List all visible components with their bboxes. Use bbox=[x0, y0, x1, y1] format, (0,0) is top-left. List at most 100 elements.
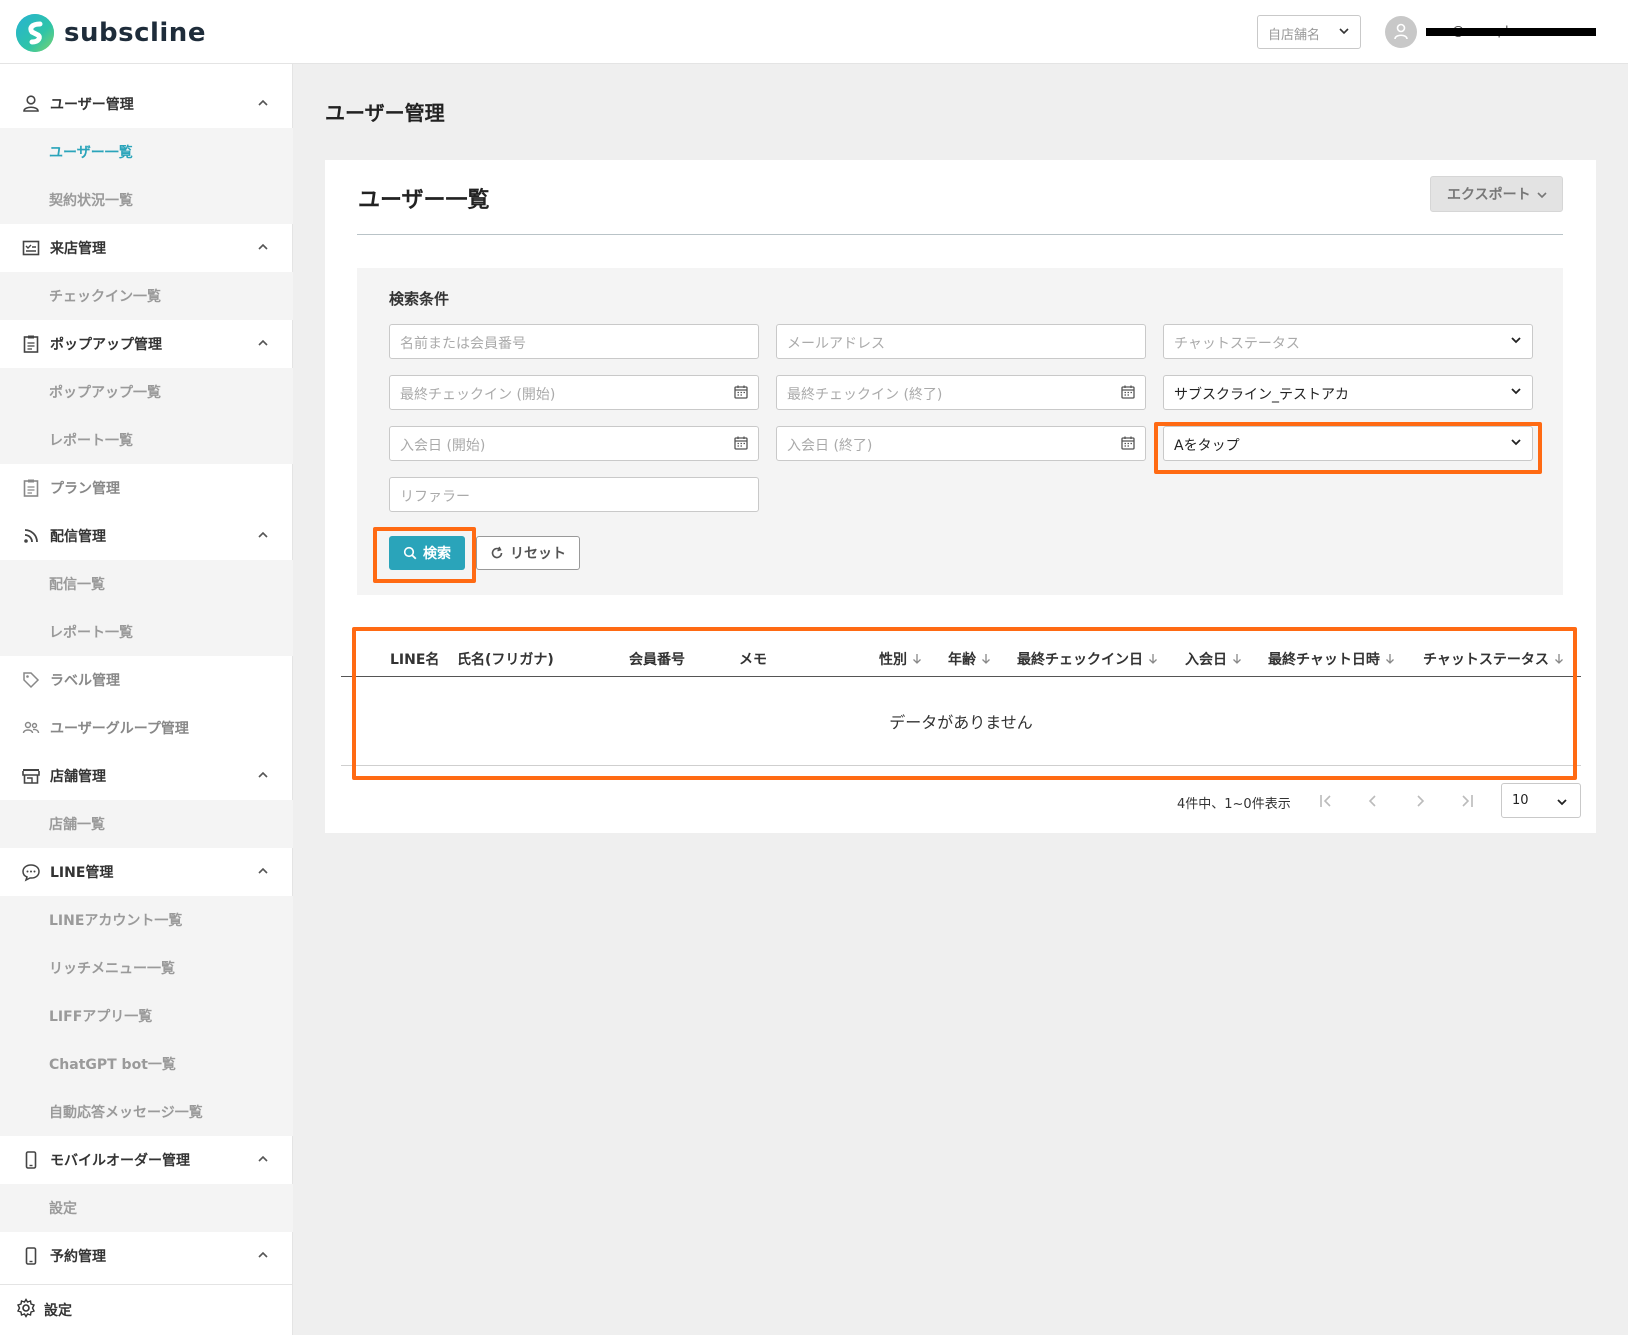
sidebar-group-store-management[interactable]: 店舗管理 bbox=[0, 752, 293, 800]
sidebar-item-chatgpt-bot[interactable]: ChatGPT bot一覧 bbox=[0, 1040, 293, 1088]
sort-arrow-icon[interactable] bbox=[1385, 653, 1395, 665]
column-member-number[interactable]: 会員番号 bbox=[629, 640, 685, 677]
sidebar-group-user-management[interactable]: ユーザー管理 bbox=[0, 80, 293, 128]
sidebar-item-popup-list[interactable]: ポップアップ一覧 bbox=[0, 368, 293, 416]
sidebar-item-mobile-settings[interactable]: 設定 bbox=[0, 1184, 293, 1232]
line-account-select[interactable]: サブスクライン_テストアカ bbox=[1163, 375, 1533, 410]
store-select[interactable]: 自店舗名 bbox=[1257, 15, 1361, 49]
calendar-icon[interactable] bbox=[734, 385, 748, 403]
column-chat-status[interactable]: チャットステータス bbox=[1423, 640, 1564, 677]
sidebar-group-user-group-management[interactable]: ユーザーグループ管理 bbox=[0, 704, 293, 752]
sidebar-item-liff-apps[interactable]: LIFFアプリ一覧 bbox=[0, 992, 293, 1040]
search-button[interactable]: 検索 bbox=[389, 536, 465, 570]
content-card: ユーザー一覧 エクスポート 検索条件 名前または会員番号 メールアドレス チャッ… bbox=[325, 160, 1596, 833]
column-label: メモ bbox=[739, 651, 767, 668]
sort-arrow-icon[interactable] bbox=[1554, 653, 1564, 665]
sidebar-group-label-management[interactable]: ラベル管理 bbox=[0, 656, 293, 704]
last-checkin-start-date-input[interactable]: 最終チェックイン (開始) bbox=[389, 375, 759, 410]
sidebar-settings[interactable]: 設定 bbox=[0, 1284, 293, 1335]
avatar[interactable] bbox=[1385, 16, 1417, 48]
sidebar-group-mobile-order-management[interactable]: モバイルオーダー管理 bbox=[0, 1136, 293, 1184]
sort-arrow-icon[interactable] bbox=[1232, 653, 1242, 665]
sidebar-group-label: ユーザーグループ管理 bbox=[50, 721, 189, 737]
sidebar-item-user-list[interactable]: ユーザー一覧 bbox=[0, 128, 293, 176]
column-last-chat[interactable]: 最終チャット日時 bbox=[1268, 640, 1395, 677]
page-size-select[interactable]: 10 bbox=[1501, 783, 1581, 818]
sidebar-group-label: 店舗管理 bbox=[50, 769, 106, 785]
join-start-date-input[interactable]: 入会日 (開始) bbox=[389, 426, 759, 461]
chevron-up-icon bbox=[257, 241, 269, 257]
join-end-date-input[interactable]: 入会日 (終了) bbox=[776, 426, 1146, 461]
sidebar-item-delivery-list[interactable]: 配信一覧 bbox=[0, 560, 293, 608]
column-name-kana[interactable]: 氏名(フリガナ) bbox=[457, 640, 554, 677]
chevron-down-icon bbox=[1556, 796, 1568, 812]
table-header: LINE名 氏名(フリガナ) 会員番号 メモ 性別 年齢 最終チェックイン日 入… bbox=[341, 640, 1581, 677]
email-input[interactable]: メールアドレス bbox=[776, 324, 1146, 359]
sidebar-item-auto-reply[interactable]: 自動応答メッセージ一覧 bbox=[0, 1088, 293, 1136]
sidebar-group-label: モバイルオーダー管理 bbox=[50, 1153, 190, 1169]
export-button[interactable]: エクスポート bbox=[1430, 176, 1563, 212]
sidebar-item-delivery-report[interactable]: レポート一覧 bbox=[0, 608, 293, 656]
sidebar-group-line-management[interactable]: LINE管理 bbox=[0, 848, 293, 896]
chevron-up-icon bbox=[257, 865, 269, 881]
column-line-name[interactable]: LINE名 bbox=[390, 640, 439, 677]
column-last-checkin[interactable]: 最終チェックイン日 bbox=[1017, 640, 1158, 677]
chevron-down-icon bbox=[1510, 385, 1522, 401]
placeholder: 名前または会員番号 bbox=[400, 336, 526, 352]
sidebar-item-checkin-list[interactable]: チェックイン一覧 bbox=[0, 272, 293, 320]
sidebar-group-label: 配信管理 bbox=[50, 529, 106, 545]
logo-mark-icon bbox=[16, 14, 54, 52]
calendar-icon[interactable] bbox=[734, 436, 748, 454]
sort-arrow-icon[interactable] bbox=[981, 653, 991, 665]
calendar-icon[interactable] bbox=[1121, 385, 1135, 403]
table-empty-row: データがありません bbox=[341, 677, 1581, 766]
column-label: 最終チャット日時 bbox=[1268, 651, 1380, 668]
referrer-input[interactable]: リファラー bbox=[389, 477, 759, 512]
search-panel: 検索条件 名前または会員番号 メールアドレス チャットステータス 最終チェックイ… bbox=[357, 268, 1563, 595]
clipboard-icon bbox=[20, 477, 42, 499]
sidebar-group-delivery-management[interactable]: 配信管理 bbox=[0, 512, 293, 560]
sidebar-group-label: ポップアップ管理 bbox=[50, 337, 162, 353]
sidebar-item-rich-menu[interactable]: リッチメニュー一覧 bbox=[0, 944, 293, 992]
tap-action-select[interactable]: Aをタップ bbox=[1163, 426, 1533, 461]
chat-status-select[interactable]: チャットステータス bbox=[1163, 324, 1533, 359]
sidebar-group-plan-management[interactable]: プラン管理 bbox=[0, 464, 293, 512]
chevron-down-icon bbox=[1338, 25, 1350, 41]
column-memo[interactable]: メモ bbox=[739, 640, 767, 677]
sidebar-item-line-accounts[interactable]: LINEアカウント一覧 bbox=[0, 896, 293, 944]
sort-arrow-icon[interactable] bbox=[1148, 653, 1158, 665]
previous-page-icon[interactable] bbox=[1362, 790, 1384, 812]
sort-arrow-icon[interactable] bbox=[912, 653, 922, 665]
sidebar-group-popup-management[interactable]: ポップアップ管理 bbox=[0, 320, 293, 368]
column-gender[interactable]: 性別 bbox=[879, 640, 922, 677]
next-page-icon[interactable] bbox=[1409, 790, 1431, 812]
column-label: 最終チェックイン日 bbox=[1017, 651, 1143, 668]
sidebar-group-visit-management[interactable]: 来店管理 bbox=[0, 224, 293, 272]
rss-icon bbox=[20, 525, 42, 547]
logo[interactable]: subscline bbox=[16, 14, 206, 52]
last-page-icon[interactable] bbox=[1455, 790, 1477, 812]
sidebar-item-store-list[interactable]: 店舗一覧 bbox=[0, 800, 293, 848]
user-name[interactable]: user@example bbox=[1426, 24, 1596, 38]
placeholder: 入会日 (終了) bbox=[787, 438, 873, 454]
name-or-member-number-input[interactable]: 名前または会員番号 bbox=[389, 324, 759, 359]
sidebar-group-reservation-management[interactable]: 予約管理 bbox=[0, 1232, 293, 1280]
calendar-icon[interactable] bbox=[1121, 436, 1135, 454]
refresh-icon bbox=[490, 546, 504, 560]
chevron-down-icon bbox=[1510, 334, 1522, 350]
column-join-date[interactable]: 入会日 bbox=[1185, 640, 1242, 677]
column-label: 会員番号 bbox=[629, 651, 685, 668]
search-icon bbox=[403, 546, 417, 560]
last-checkin-end-date-input[interactable]: 最終チェックイン (終了) bbox=[776, 375, 1146, 410]
reset-button[interactable]: リセット bbox=[476, 536, 580, 570]
first-page-icon[interactable] bbox=[1316, 790, 1338, 812]
checkin-icon bbox=[20, 237, 42, 259]
chevron-up-icon bbox=[257, 529, 269, 545]
sidebar: ユーザー管理 ユーザー一覧 契約状況一覧 来店管理 チェックイン一覧 ポップアッ… bbox=[0, 64, 293, 1335]
column-age[interactable]: 年齢 bbox=[948, 640, 991, 677]
search-panel-title: 検索条件 bbox=[389, 290, 450, 308]
tag-icon bbox=[20, 669, 42, 691]
sidebar-item-popup-report[interactable]: レポート一覧 bbox=[0, 416, 293, 464]
settings-label: 設定 bbox=[44, 1303, 72, 1319]
sidebar-item-contract-status[interactable]: 契約状況一覧 bbox=[0, 176, 293, 224]
